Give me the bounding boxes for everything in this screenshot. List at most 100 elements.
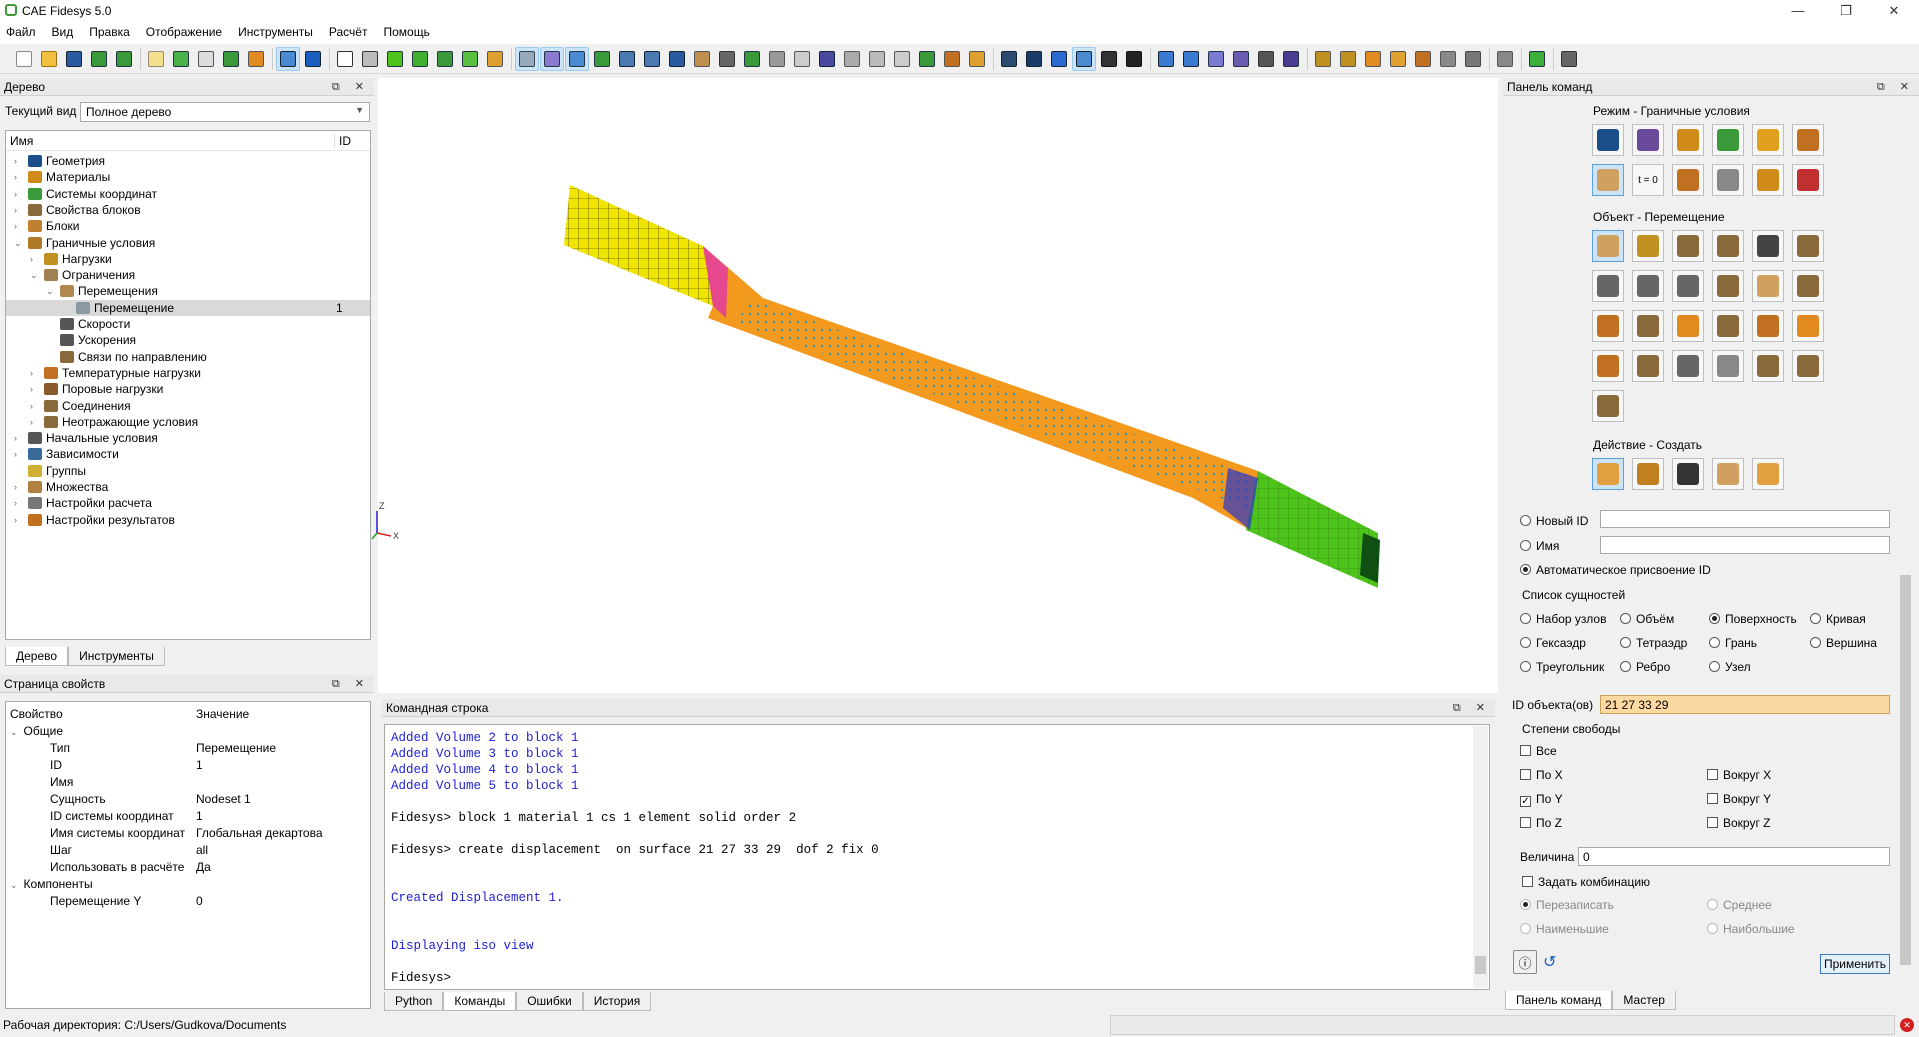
expand-right-icon[interactable]: ›	[30, 398, 33, 414]
expand-down-icon[interactable]: ⌄	[46, 283, 54, 299]
entity-tet[interactable]: Тетраэдр	[1620, 636, 1687, 650]
fit-icon[interactable]	[665, 47, 689, 71]
load-icon[interactable]	[1311, 47, 1335, 71]
vertex-icon[interactable]	[1122, 47, 1146, 71]
scrollbar-thumb[interactable]	[1475, 956, 1486, 974]
menu-tools[interactable]: Инструменты	[230, 22, 321, 39]
transparent-icon[interactable]	[458, 47, 482, 71]
expand-right-icon[interactable]: ›	[14, 186, 17, 202]
panel-float-close-icons[interactable]: ⧉ ✕	[1877, 78, 1915, 96]
expand-right-icon[interactable]: ›	[14, 495, 17, 511]
entity-volume[interactable]: Объём	[1620, 612, 1674, 626]
new-file-icon[interactable]	[12, 47, 36, 71]
entity-edge[interactable]: Ребро	[1620, 660, 1670, 674]
error-indicator-icon[interactable]: ✕	[1900, 1018, 1914, 1032]
new-id-option[interactable]: Новый ID	[1520, 514, 1588, 528]
tree-item[interactable]: › Настройки результатов	[14, 512, 175, 528]
entity-triangle[interactable]: Треугольник	[1520, 660, 1604, 674]
prop-group-components[interactable]: ⌄ Компоненты	[10, 876, 93, 893]
grid-icon[interactable]	[515, 46, 539, 71]
tree-item[interactable]: › Множества	[14, 479, 108, 495]
tree-item[interactable]: › Геометрия	[14, 153, 105, 169]
frame-icon[interactable]	[565, 46, 589, 71]
mode-blocks-icon[interactable]	[1752, 124, 1784, 156]
combine-largest[interactable]: Наибольшие	[1707, 922, 1795, 936]
combine-overwrite[interactable]: Перезаписать	[1520, 898, 1614, 912]
expand-right-icon[interactable]: ›	[14, 169, 17, 185]
mode-bc-icon[interactable]	[1592, 164, 1624, 196]
info-icon[interactable]: ⓘ	[1513, 950, 1537, 974]
multiload-icon[interactable]	[1336, 47, 1360, 71]
expand-right-icon[interactable]: ›	[14, 479, 17, 495]
prop-group-general[interactable]: ⌄ Общие	[10, 723, 63, 740]
tab-errors[interactable]: Ошибки	[516, 992, 583, 1011]
combine-smallest[interactable]: Наименьшие	[1520, 922, 1609, 936]
curve-icon[interactable]	[1097, 47, 1121, 71]
shaded-icon[interactable]	[408, 47, 432, 71]
magnitude-input[interactable]: 0	[1578, 847, 1890, 866]
labels-icon[interactable]	[890, 47, 914, 71]
transform-icon[interactable]	[1493, 47, 1517, 71]
obj-box-heat-icon[interactable]	[1592, 350, 1624, 382]
obj-temperature-icon[interactable]	[1592, 310, 1624, 342]
open-folder-icon[interactable]	[37, 47, 61, 71]
thermo-icon[interactable]	[1411, 47, 1435, 71]
tree-item[interactable]: › Начальные условия	[14, 430, 158, 446]
gear-assembly-icon[interactable]	[997, 47, 1021, 71]
expand-right-icon[interactable]: ›	[14, 512, 17, 528]
obj-star-icon[interactable]	[1752, 310, 1784, 342]
maximize-button[interactable]: ❐	[1823, 0, 1869, 22]
mode-analysis-icon[interactable]	[1792, 164, 1824, 196]
cube-view-icon[interactable]	[540, 46, 564, 71]
show-icon[interactable]	[740, 47, 764, 71]
help-icon[interactable]	[1557, 47, 1581, 71]
tab-history[interactable]: История	[582, 992, 652, 1011]
scrollbar-thumb[interactable]	[1900, 575, 1911, 965]
action-rename-icon[interactable]	[1712, 458, 1744, 490]
entity-vertex[interactable]: Вершина	[1810, 636, 1877, 650]
action-edit-icon[interactable]	[1632, 458, 1664, 490]
dof-x-checkbox[interactable]: По X	[1520, 768, 1563, 782]
tree-item[interactable]: ⌄ Ограничения	[30, 267, 135, 283]
obj-sun-icon[interactable]	[1792, 310, 1824, 342]
obj-source-icon[interactable]	[1632, 350, 1664, 382]
export-icon[interactable]	[112, 47, 136, 71]
volume-icon[interactable]	[1047, 47, 1071, 71]
entity-face[interactable]: Грань	[1709, 636, 1757, 650]
panel-float-close-icons[interactable]: ⧉ ✕	[1453, 699, 1491, 717]
mode-material-icon[interactable]	[1672, 124, 1704, 156]
obj-velocity-icon[interactable]	[1592, 270, 1624, 302]
zoom-out-icon[interactable]	[640, 47, 664, 71]
mode-coords-icon[interactable]	[1712, 124, 1744, 156]
select-mode-icon[interactable]	[276, 46, 300, 71]
name-input[interactable]	[1600, 536, 1890, 554]
tree-item[interactable]: ⌄ Граничные условия	[14, 235, 155, 251]
tree-item[interactable]: › Нагрузки	[30, 251, 112, 267]
save-as-icon[interactable]	[87, 47, 111, 71]
mesh-shade-icon[interactable]	[433, 47, 457, 71]
undo-icon[interactable]	[301, 47, 325, 71]
run-icon[interactable]	[1525, 47, 1549, 71]
3d-viewport[interactable]: Z X	[371, 78, 1498, 693]
console-scrollbar[interactable]	[1473, 726, 1488, 988]
tree-item[interactable]: Скорости	[60, 316, 130, 332]
action-list-icon[interactable]	[1672, 458, 1704, 490]
mesh-render-icon[interactable]	[483, 47, 507, 71]
obj-dashes-icon[interactable]	[1752, 270, 1784, 302]
tab-command-panel[interactable]: Панель команд	[1505, 991, 1613, 1010]
menu-help[interactable]: Помощь	[375, 22, 437, 39]
tree-item[interactable]: › Настройки расчета	[14, 495, 152, 511]
dof-z-checkbox[interactable]: По Z	[1520, 816, 1562, 830]
command-panel-scrollbar[interactable]	[1898, 510, 1913, 985]
tools-icon[interactable]	[244, 47, 268, 71]
tree-item[interactable]: Ускорения	[60, 332, 136, 348]
entity-nodeset[interactable]: Набор узлов	[1520, 612, 1606, 626]
play-journal-icon[interactable]	[169, 47, 193, 71]
panel-float-close-icons[interactable]: ⧉ ✕	[332, 78, 370, 96]
expand-right-icon[interactable]: ›	[30, 414, 33, 430]
obj-displacement-icon[interactable]	[1592, 230, 1624, 262]
current-view-select[interactable]: Полное дерево ▼	[80, 102, 370, 122]
obj-spark-icon[interactable]	[1672, 350, 1704, 382]
entity-node[interactable]: Узел	[1709, 660, 1751, 674]
tab-python[interactable]: Python	[384, 992, 444, 1011]
